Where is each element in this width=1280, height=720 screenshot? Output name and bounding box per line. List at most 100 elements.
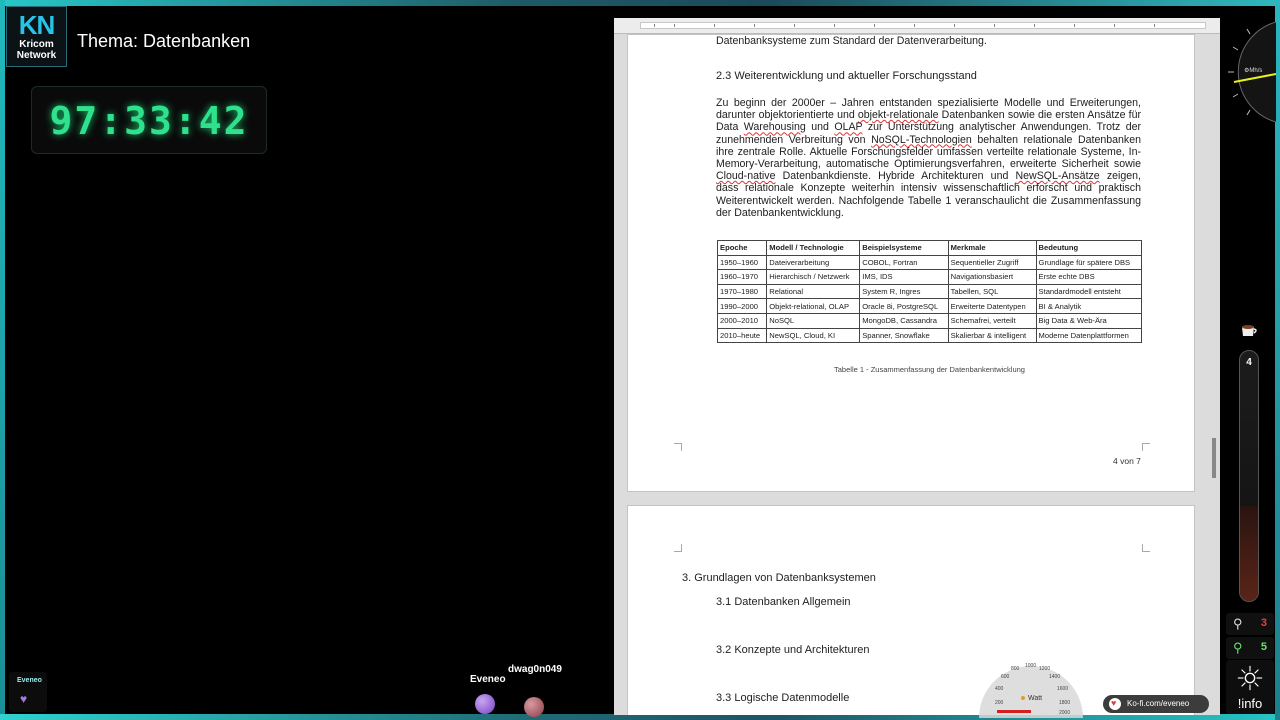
table-cell: Hierarchisch / Netzwerk	[766, 269, 861, 285]
spellcheck-word: Warehousing	[743, 121, 806, 134]
kofi-label: Ko-fi.com/eveneo	[1127, 699, 1190, 708]
document-page-4[interactable]: Datenbanksysteme zum Standard der Datenv…	[627, 34, 1195, 492]
watt-tick: 1200	[1039, 666, 1050, 672]
ruler-tick	[994, 24, 995, 27]
ruler-tick	[674, 24, 675, 27]
table-cell: Oracle 8i, PostgreSQL	[859, 298, 949, 314]
para-text: Datenbankdienste. Hybride Architekturen …	[775, 170, 1016, 183]
logo-letters: KN	[18, 10, 56, 40]
table-header: Merkmale	[947, 240, 1037, 256]
table-cell: Objekt-relational, OLAP	[766, 298, 861, 314]
table-cell: Spanner, Snowflake	[859, 327, 949, 344]
table-row: 1970–1980 Relational System R, Ingres Ta…	[716, 283, 1143, 300]
horizontal-ruler[interactable]	[614, 18, 1220, 34]
para-text: und	[805, 121, 835, 134]
table-header: Bedeutung	[1035, 240, 1143, 256]
table-cell: Tabellen, SQL	[947, 283, 1037, 300]
vertical-scrollbar-thumb[interactable]	[1212, 438, 1216, 478]
table-cell: Skalierbar & intelligent	[947, 327, 1037, 344]
viewer-name-2: dwag0n049	[508, 664, 562, 675]
user-icon: ⚲	[1233, 640, 1243, 655]
body-paragraph: Zu beginn der 2000er – Jahren entstanden…	[716, 97, 1141, 219]
chapter-heading-3: 3. Grundlagen von Datenbanksystemen	[682, 572, 876, 584]
page-number: 4 von 7	[1113, 456, 1141, 466]
tube-value: 4	[1246, 357, 1252, 368]
ruler-tick	[714, 24, 715, 27]
hashrate-label: ⚙Mh/s	[1244, 67, 1262, 74]
spellcheck-word: OLAP	[834, 121, 863, 134]
table-cell: Schemafrei, verteilt	[947, 312, 1037, 329]
watt-tick: 2000	[1059, 710, 1070, 716]
page-top-line: Datenbanksysteme zum Standard der Datenv…	[716, 35, 987, 47]
section-heading-3-1: 3.1 Datenbanken Allgemein	[716, 596, 851, 608]
frame-top	[0, 0, 1280, 6]
ruler-tick	[914, 24, 915, 27]
dial-tick	[1232, 93, 1239, 98]
table-cell: Moderne Datenplattformen	[1035, 327, 1143, 344]
database-history-table: Epoche Modell / Technologie Beispielsyst…	[716, 240, 1143, 344]
viewer-avatar-2	[524, 697, 544, 717]
stat-red-value: 3	[1260, 617, 1267, 629]
document-viewer[interactable]: Datenbanksysteme zum Standard der Datenv…	[614, 18, 1220, 715]
table-row: 2010–heute NewSQL, Cloud, KI Spanner, Sn…	[716, 327, 1143, 344]
table-caption: Tabelle 1 - Zusammenfassung der Datenban…	[834, 365, 1025, 374]
watt-tick: 400	[995, 686, 1004, 692]
stat-green: ⚲ 5	[1226, 637, 1274, 659]
section-heading-3-3: 3.3 Logische Datenmodelle	[716, 692, 850, 704]
table-header: Epoche	[716, 240, 768, 256]
countdown-timer: 97:33:42	[31, 86, 267, 154]
table-header: Modell / Technologie	[766, 240, 861, 256]
table-cell: COBOL, Fortran	[859, 254, 949, 271]
table-cell: Dateiverarbeitung	[766, 254, 861, 271]
user-icon: ⚲	[1233, 616, 1243, 631]
watt-tick: 200	[995, 700, 1004, 706]
coffee-icon	[1242, 325, 1257, 336]
section-heading-3-2: 3.2 Konzepte und Architekturen	[716, 644, 870, 656]
table-cell: Sequentieller Zugriff	[947, 254, 1037, 271]
watt-tick: 1600	[1057, 686, 1068, 692]
watt-tick: 1000	[1025, 663, 1036, 669]
info-command[interactable]: !info	[1226, 660, 1274, 714]
table-cell: System R, Ingres	[859, 283, 949, 300]
hashrate-gauge: ⚙Mh/s	[1228, 22, 1276, 122]
section-heading-2-3: 2.3 Weiterentwicklung und aktueller Fors…	[716, 70, 977, 82]
stat-green-value: 5	[1260, 641, 1267, 653]
watt-tick: 1800	[1059, 700, 1070, 706]
margin-corner	[674, 443, 682, 451]
page-total: 7	[1136, 456, 1141, 466]
table-cell: IMS, IDS	[859, 269, 949, 285]
document-page-5[interactable]: 3. Grundlagen von Datenbanksystemen 3.1 …	[627, 505, 1195, 715]
kofi-link[interactable]: Ko-fi.com/eveneo	[1103, 694, 1209, 713]
table-cell: Navigationsbasiert	[947, 269, 1037, 285]
page-sep: von	[1117, 456, 1137, 466]
ruler-bar	[640, 22, 1206, 29]
margin-corner	[674, 544, 682, 552]
ruler-tick	[954, 24, 955, 27]
table-cell: Relational	[766, 283, 861, 300]
channel-logo: KN Kricom Network	[6, 6, 67, 67]
margin-corner	[1142, 544, 1150, 552]
table-cell: 2010–heute	[716, 327, 768, 344]
viewer-avatar-1	[475, 694, 495, 714]
watt-tick: 800	[1011, 666, 1020, 672]
spellcheck-word: NoSQL-Technologien	[871, 133, 972, 146]
table-cell: 1950–1960	[716, 254, 768, 271]
stat-red: ⚲ 3	[1226, 613, 1274, 635]
info-label: !info	[1237, 696, 1263, 711]
table-cell: Erste echte DBS	[1035, 269, 1143, 285]
dial-tick	[1246, 28, 1251, 35]
viewer-mini-card: Eveneo ♥	[9, 672, 47, 712]
table-cell: 1970–1980	[716, 283, 768, 300]
table-cell: NewSQL, Cloud, KI	[766, 327, 861, 344]
sparkle-icon	[1237, 665, 1263, 691]
logo-line1: Kricom	[19, 39, 54, 50]
table-row: 1950–1960 Dateiverarbeitung COBOL, Fortr…	[716, 254, 1143, 271]
dial-tick	[1232, 46, 1239, 51]
ruler-tick	[654, 24, 655, 27]
margin-corner	[1142, 443, 1150, 451]
table-cell: BI & Analytik	[1035, 298, 1143, 314]
table-row: 1960–1970 Hierarchisch / Netzwerk IMS, I…	[716, 269, 1143, 285]
spellcheck-word: objekt-relationale	[857, 109, 939, 122]
mini-card-name: Eveneo	[17, 677, 42, 684]
table-cell: NoSQL	[766, 312, 861, 329]
